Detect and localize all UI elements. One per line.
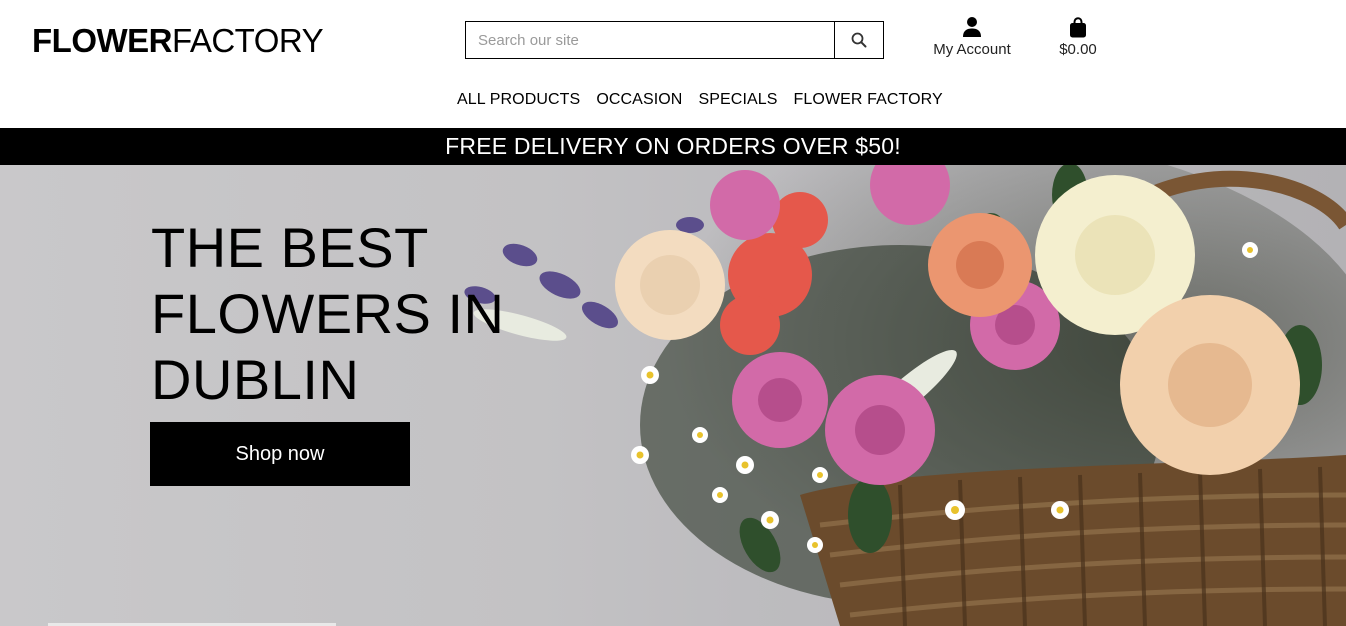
nav-occasion[interactable]: OCCASION <box>596 89 682 111</box>
nav-specials[interactable]: SPECIALS <box>698 89 777 111</box>
logo-bold-text: FLOWER <box>32 22 172 59</box>
user-icon <box>963 17 981 37</box>
main-nav: ALL PRODUCTS OCCASION SPECIALS FLOWER FA… <box>457 89 943 111</box>
my-account-label: My Account <box>933 41 1011 58</box>
cart-total: $0.00 <box>1059 41 1097 58</box>
nav-flower-factory[interactable]: FLOWER FACTORY <box>794 89 943 111</box>
nav-all-products[interactable]: ALL PRODUCTS <box>457 89 580 111</box>
cart-link[interactable]: $0.00 <box>1048 16 1108 58</box>
magnifier-icon <box>851 32 867 48</box>
search-input[interactable] <box>466 22 834 58</box>
site-logo[interactable]: FLOWERFACTORY <box>32 22 324 60</box>
search-form <box>465 21 884 59</box>
hero-section: THE BEST FLOWERS IN DUBLIN Shop now <box>0 165 1346 626</box>
hero-title: THE BEST FLOWERS IN DUBLIN <box>151 216 505 411</box>
logo-light-text: FACTORY <box>171 22 324 59</box>
shop-now-button[interactable]: Shop now <box>150 422 410 486</box>
site-header: FLOWERFACTORY My Account $0.00 <box>0 0 1346 128</box>
shopping-bag-icon <box>1070 17 1086 38</box>
search-button[interactable] <box>834 22 883 58</box>
my-account-link[interactable]: My Account <box>922 16 1022 58</box>
delivery-banner: FREE DELIVERY ON ORDERS OVER $50! <box>0 128 1346 165</box>
delivery-banner-text: FREE DELIVERY ON ORDERS OVER $50! <box>445 133 901 159</box>
